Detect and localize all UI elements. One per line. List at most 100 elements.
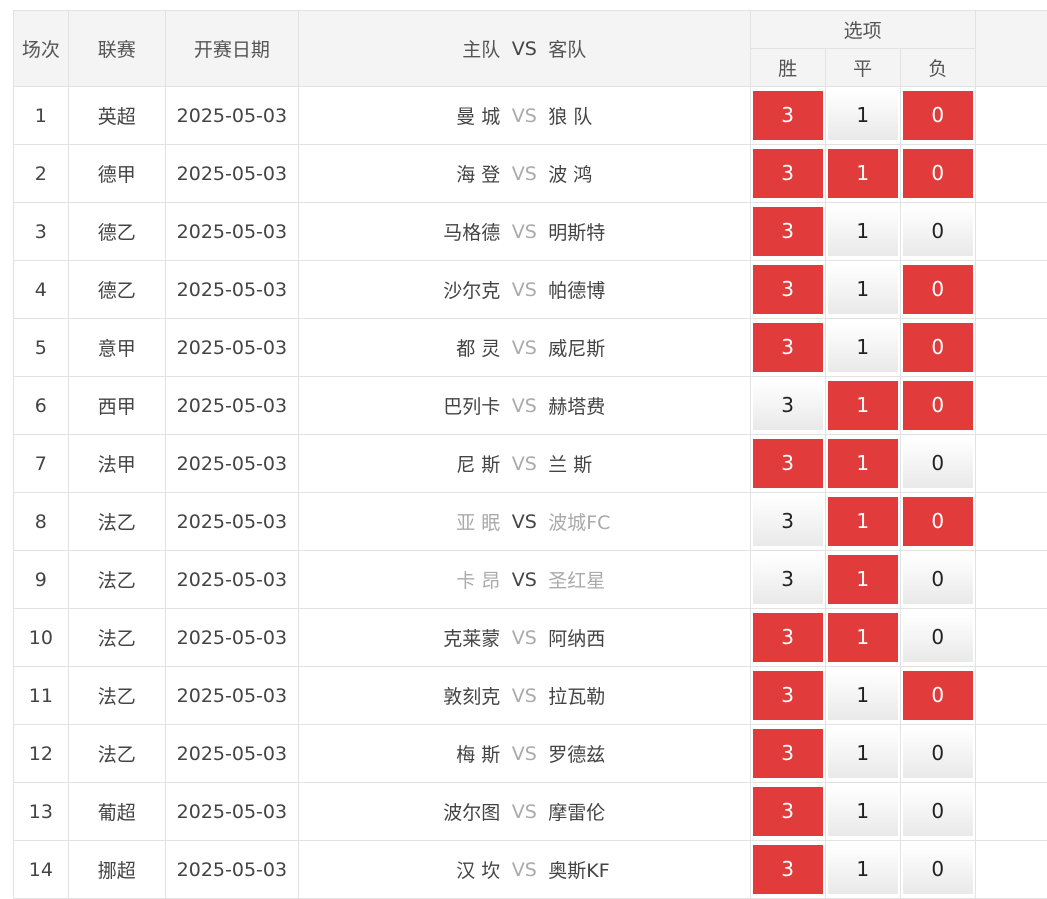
away-team: 赫塔费: [548, 392, 740, 419]
option-draw-button[interactable]: 1: [828, 439, 898, 488]
option-win-button[interactable]: 3: [753, 381, 823, 430]
option-win-button[interactable]: 3: [753, 555, 823, 604]
home-team: 梅 斯: [308, 740, 500, 767]
option-draw-button[interactable]: 1: [828, 787, 898, 836]
table-row: 2 德甲 2025-05-03 海 登 VS 波 鸿 3 1 0: [14, 145, 1047, 203]
row-extra: [975, 203, 1047, 261]
option-lose-button[interactable]: 0: [903, 381, 973, 430]
option-draw-button[interactable]: 1: [828, 265, 898, 314]
option-lose-button[interactable]: 0: [903, 91, 973, 140]
row-date: 2025-05-03: [165, 551, 298, 609]
option-draw-button[interactable]: 1: [828, 671, 898, 720]
row-num: 5: [14, 319, 69, 377]
row-match: 沙尔克 VS 帕德博: [298, 261, 750, 319]
option-win-button[interactable]: 3: [753, 439, 823, 488]
vs-label: VS: [500, 801, 548, 823]
option-lose-button[interactable]: 0: [903, 613, 973, 662]
option-lose-button[interactable]: 0: [903, 845, 973, 894]
option-draw-cell: 1: [825, 609, 900, 667]
row-extra: [975, 725, 1047, 783]
option-lose-button[interactable]: 0: [903, 439, 973, 488]
header-extra: [975, 11, 1047, 87]
option-draw-button[interactable]: 1: [828, 497, 898, 546]
option-win-cell: 3: [750, 725, 825, 783]
header-num: 场次: [14, 11, 69, 87]
table-row: 12 法乙 2025-05-03 梅 斯 VS 罗德兹 3 1 0: [14, 725, 1047, 783]
row-num: 6: [14, 377, 69, 435]
option-lose-cell: 0: [900, 435, 975, 493]
row-match: 海 登 VS 波 鸿: [298, 145, 750, 203]
home-team: 亚 眠: [308, 508, 500, 535]
option-win-button[interactable]: 3: [753, 787, 823, 836]
header-options: 选项: [750, 11, 975, 49]
option-draw-button[interactable]: 1: [828, 381, 898, 430]
home-team: 克莱蒙: [308, 624, 500, 651]
option-draw-button[interactable]: 1: [828, 323, 898, 372]
row-num: 4: [14, 261, 69, 319]
option-draw-button[interactable]: 1: [828, 555, 898, 604]
option-lose-cell: 0: [900, 783, 975, 841]
option-draw-button[interactable]: 1: [828, 149, 898, 198]
home-team: 波尔图: [308, 798, 500, 825]
option-lose-button[interactable]: 0: [903, 729, 973, 778]
option-lose-button[interactable]: 0: [903, 265, 973, 314]
header-away: 客队: [548, 35, 740, 62]
option-win-cell: 3: [750, 319, 825, 377]
option-win-button[interactable]: 3: [753, 149, 823, 198]
option-draw-button[interactable]: 1: [828, 613, 898, 662]
option-lose-button[interactable]: 0: [903, 497, 973, 546]
match-table: 场次 联赛 开赛日期 主队 VS 客队 选项 胜 平 负 1 英超 2025-0…: [13, 10, 1047, 899]
option-draw-button[interactable]: 1: [828, 91, 898, 140]
row-date: 2025-05-03: [165, 667, 298, 725]
option-win-button[interactable]: 3: [753, 91, 823, 140]
row-match: 卡 昂 VS 圣红星: [298, 551, 750, 609]
option-lose-cell: 0: [900, 841, 975, 899]
option-draw-button[interactable]: 1: [828, 845, 898, 894]
option-win-button[interactable]: 3: [753, 207, 823, 256]
option-win-button[interactable]: 3: [753, 671, 823, 720]
table-row: 9 法乙 2025-05-03 卡 昂 VS 圣红星 3 1 0: [14, 551, 1047, 609]
option-lose-button[interactable]: 0: [903, 787, 973, 836]
header-vs: VS: [500, 38, 548, 60]
option-win-button[interactable]: 3: [753, 729, 823, 778]
row-league: 葡超: [68, 783, 165, 841]
option-draw-button[interactable]: 1: [828, 207, 898, 256]
option-win-button[interactable]: 3: [753, 613, 823, 662]
header-match: 主队 VS 客队: [298, 11, 750, 87]
row-match: 马格德 VS 明斯特: [298, 203, 750, 261]
option-win-cell: 3: [750, 203, 825, 261]
row-extra: [975, 493, 1047, 551]
option-lose-cell: 0: [900, 609, 975, 667]
row-extra: [975, 783, 1047, 841]
row-match: 汉 坎 VS 奥斯KF: [298, 841, 750, 899]
row-league: 挪超: [68, 841, 165, 899]
option-win-button[interactable]: 3: [753, 845, 823, 894]
row-date: 2025-05-03: [165, 261, 298, 319]
option-win-button[interactable]: 3: [753, 265, 823, 314]
row-league: 德乙: [68, 261, 165, 319]
row-extra: [975, 435, 1047, 493]
row-num: 3: [14, 203, 69, 261]
option-lose-button[interactable]: 0: [903, 149, 973, 198]
option-lose-button[interactable]: 0: [903, 671, 973, 720]
option-lose-button[interactable]: 0: [903, 207, 973, 256]
vs-label: VS: [500, 627, 548, 649]
row-num: 10: [14, 609, 69, 667]
option-lose-button[interactable]: 0: [903, 555, 973, 604]
header-league: 联赛: [68, 11, 165, 87]
header-win: 胜: [750, 49, 825, 87]
row-num: 14: [14, 841, 69, 899]
row-num: 8: [14, 493, 69, 551]
option-draw-cell: 1: [825, 377, 900, 435]
option-win-button[interactable]: 3: [753, 497, 823, 546]
option-win-button[interactable]: 3: [753, 323, 823, 372]
header-draw: 平: [825, 49, 900, 87]
option-draw-button[interactable]: 1: [828, 729, 898, 778]
row-match: 梅 斯 VS 罗德兹: [298, 725, 750, 783]
table-row: 1 英超 2025-05-03 曼 城 VS 狼 队 3 1 0: [14, 87, 1047, 145]
vs-label: VS: [500, 453, 548, 475]
option-win-cell: 3: [750, 783, 825, 841]
option-lose-button[interactable]: 0: [903, 323, 973, 372]
row-date: 2025-05-03: [165, 377, 298, 435]
row-extra: [975, 841, 1047, 899]
